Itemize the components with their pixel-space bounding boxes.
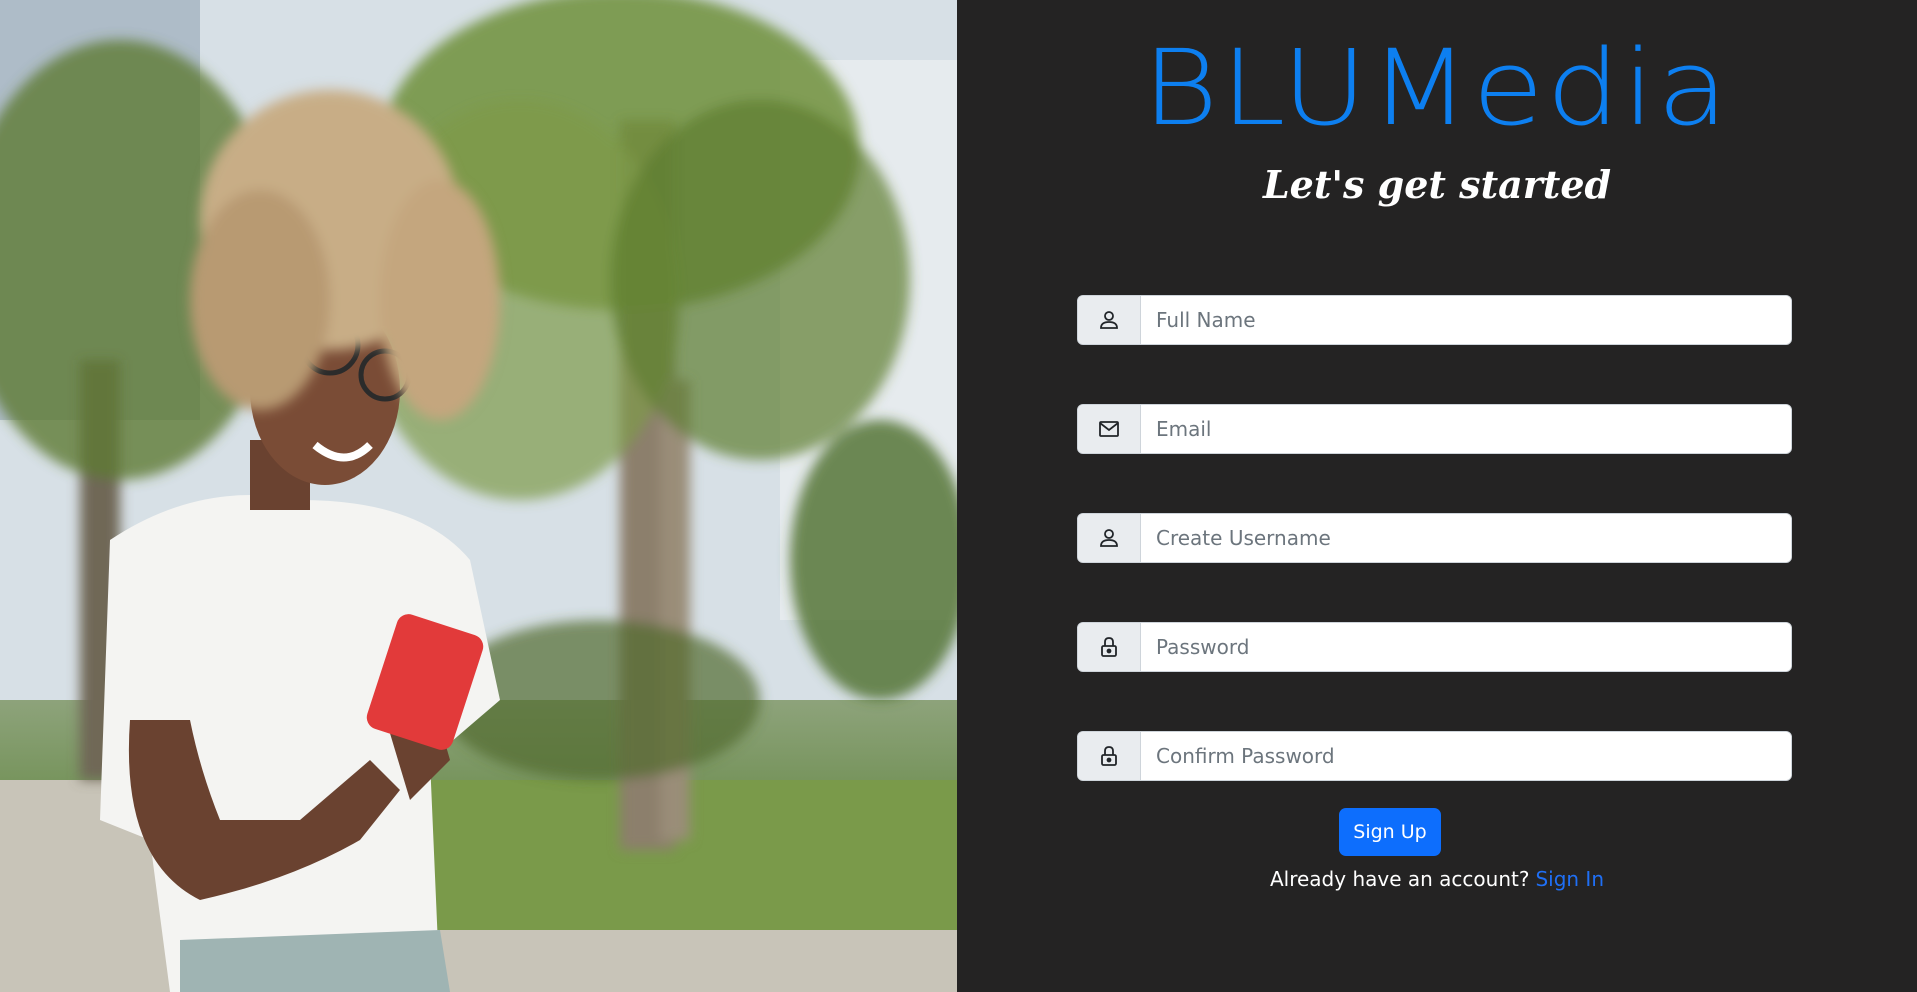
confirm-password-group bbox=[1077, 731, 1792, 781]
signup-page: BLUMedia Let's get started Full Name Ema… bbox=[0, 0, 1917, 992]
email-group bbox=[1077, 404, 1792, 454]
username-input[interactable] bbox=[1141, 514, 1791, 562]
hero-photo bbox=[0, 0, 957, 992]
lock-icon bbox=[1078, 623, 1141, 671]
lock-icon bbox=[1078, 732, 1141, 780]
person-icon bbox=[1078, 514, 1141, 562]
envelope-icon bbox=[1078, 405, 1141, 453]
woman-with-phone-illustration bbox=[0, 0, 957, 992]
signup-form bbox=[1077, 295, 1792, 840]
person-icon bbox=[1078, 296, 1141, 344]
full-name-input[interactable] bbox=[1141, 296, 1791, 344]
signin-prompt-row: Already have an account? Sign In bbox=[957, 864, 1917, 894]
password-group bbox=[1077, 622, 1792, 672]
confirm-password-input[interactable] bbox=[1141, 732, 1791, 780]
sign-up-button[interactable]: Sign Up bbox=[1339, 808, 1441, 856]
sign-in-link[interactable]: Sign In bbox=[1535, 867, 1604, 891]
email-input[interactable] bbox=[1141, 405, 1791, 453]
brand-logo: BLUMedia bbox=[1142, 27, 1731, 149]
signup-panel: BLUMedia Let's get started Full Name Ema… bbox=[957, 0, 1917, 992]
username-group bbox=[1077, 513, 1792, 563]
password-input[interactable] bbox=[1141, 623, 1791, 671]
full-name-group bbox=[1077, 295, 1792, 345]
signin-prompt-text: Already have an account? bbox=[1269, 867, 1530, 891]
page-tagline: Let's get started bbox=[1262, 162, 1612, 207]
